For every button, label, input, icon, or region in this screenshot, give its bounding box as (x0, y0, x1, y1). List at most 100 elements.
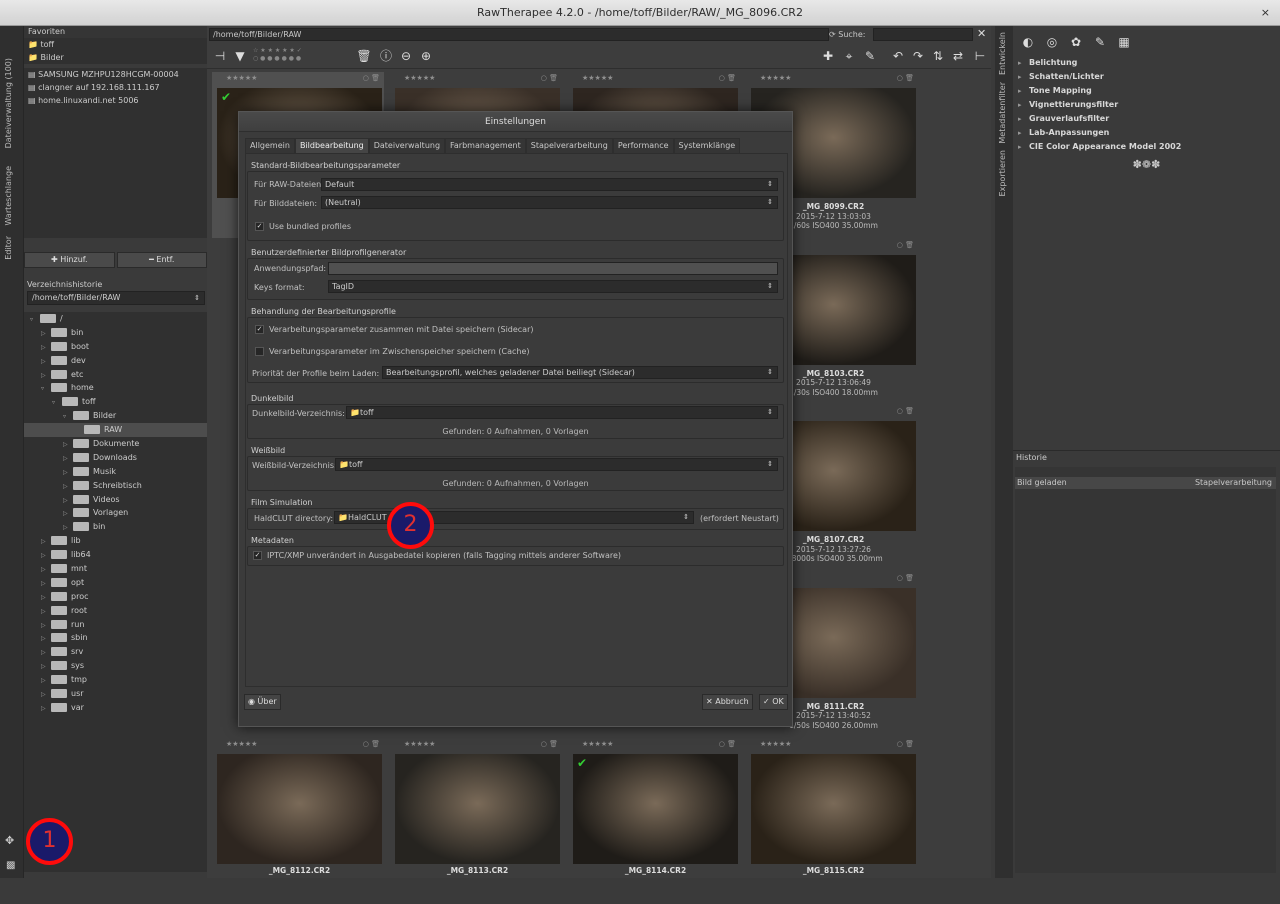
tree-node[interactable]: ▷ Schreibtisch (24, 479, 207, 493)
dialog-tab[interactable]: Allgemein (245, 138, 295, 153)
tree-node[interactable]: ▷ etc (24, 368, 207, 382)
thumbnail-rating[interactable]: ★★★★★○ 🗑 (746, 72, 918, 84)
thumbnail-trash-icon[interactable]: ○ 🗑 (897, 239, 914, 251)
info-icon[interactable]: ⓘ (377, 47, 395, 65)
history-row[interactable]: Bild geladen Stapelverarbeitung (1015, 477, 1276, 489)
tree-node[interactable]: ▷ mnt (24, 562, 207, 576)
thumbnail-rating[interactable]: ★★★★★○ 🗑 (390, 738, 562, 750)
tab-export[interactable]: Exportieren (998, 150, 1007, 196)
tab-develop[interactable]: Entwickeln (998, 32, 1007, 75)
tree-node[interactable]: RAW (24, 423, 207, 438)
tab-file-browser[interactable]: Dateiverwaltung (100) (4, 58, 13, 148)
flatfield-dir-combo[interactable]: 📁toff ⇕ (335, 458, 778, 471)
thumbnail-cell[interactable]: ★★★★★ ○ 🗑 _MG_8113.CR2 (390, 738, 562, 904)
tool-expander[interactable]: Belichtung (1013, 56, 1280, 70)
expander-icon[interactable]: ▷ (63, 494, 73, 508)
tree-node[interactable]: ▷ proc (24, 590, 207, 604)
tree-node[interactable]: ▷ Vorlagen (24, 506, 207, 520)
cache-checkbox[interactable] (255, 347, 264, 356)
place-item[interactable]: ▤ home.linuxandi.net 5006 (24, 94, 207, 107)
thumbnail-trash-icon[interactable]: ○ 🗑 (897, 738, 914, 750)
dialog-tab[interactable]: Performance (612, 138, 674, 153)
expander-icon[interactable]: ▷ (41, 577, 51, 591)
crop-icon[interactable]: ⌖ (840, 47, 858, 65)
cancel-button[interactable]: ✕ Abbruch (702, 694, 753, 710)
thumbnail-rating[interactable]: ★★★★★○ 🗑 (212, 738, 384, 750)
thumbnail-trash-icon[interactable]: ○ 🗑 (541, 72, 558, 84)
clear-search-icon[interactable]: ✕ (977, 27, 986, 40)
expander-icon[interactable]: ▷ (63, 480, 73, 494)
tree-node[interactable]: ▷ bin (24, 326, 207, 340)
path-input[interactable]: /home/toff/Bilder/RAW (209, 28, 829, 41)
thumbnail-cell[interactable]: ★★★★★ ○ 🗑 _MG_8115.CR2 (746, 738, 918, 904)
thumbnail-cell[interactable]: ★★★★★ ○ 🗑 _MG_8112.CR2 (212, 738, 384, 904)
tree-node[interactable]: ▿ toff (24, 395, 207, 409)
expander-icon[interactable]: ▷ (63, 438, 73, 452)
favorite-item[interactable]: 📁 Bilder (24, 51, 207, 64)
tree-node[interactable]: ▷ opt (24, 576, 207, 590)
thumbnail-rating[interactable]: ★★★★★○ 🗑 (390, 72, 562, 84)
tool-expander[interactable]: Grauverlaufsfilter (1013, 112, 1280, 126)
expander-icon[interactable]: ▷ (41, 660, 51, 674)
priority-combo[interactable]: Bearbeitungsprofil, welches geladener Da… (382, 366, 778, 379)
sidecar-checkbox[interactable]: ✓ (255, 325, 264, 334)
expander-icon[interactable]: ▷ (41, 355, 51, 369)
thumbnail-rating[interactable]: ★★★★★○ 🗑 (568, 72, 740, 84)
tree-node[interactable]: ▷ bin (24, 520, 207, 534)
tool-expander[interactable]: CIE Color Appearance Model 2002 (1013, 140, 1280, 154)
image-profile-combo[interactable]: (Neutral) ⇕ (321, 196, 778, 209)
bundled-profiles-checkbox[interactable]: ✓ (255, 222, 264, 231)
tree-node[interactable]: ▷ Videos (24, 493, 207, 507)
thumbnail-trash-icon[interactable]: ○ 🗑 (897, 72, 914, 84)
tree-node[interactable]: ▷ srv (24, 645, 207, 659)
expander-icon[interactable]: ▿ (52, 396, 62, 410)
iptc-checkbox[interactable]: ✓ (253, 551, 262, 560)
tree-node[interactable]: ▷ lib64 (24, 548, 207, 562)
expander-icon[interactable]: ▷ (63, 507, 73, 521)
thumbnail-trash-icon[interactable]: ○ 🗑 (897, 405, 914, 417)
add-favorite-button[interactable]: ✚ Hinzuf. (24, 252, 115, 268)
window-close-icon[interactable]: × (1261, 0, 1270, 26)
ok-button[interactable]: ✓ OK (759, 694, 788, 710)
thumbnail-trash-icon[interactable]: ○ 🗑 (719, 738, 736, 750)
collapse-left-icon[interactable]: ⊣ (211, 47, 229, 65)
thumbnail-cell[interactable]: ★★★★★ ○ 🗑 ✔ _MG_8114.CR2 (568, 738, 740, 904)
app-path-input[interactable] (328, 262, 778, 275)
expander-icon[interactable]: ▿ (63, 410, 73, 424)
thumbnail-trash-icon[interactable]: ○ 🗑 (363, 738, 380, 750)
thumbnail-rating[interactable]: ★★★★★○ 🗑 (212, 72, 384, 84)
collapse-right-icon[interactable]: ⊢ (971, 47, 989, 65)
expander-icon[interactable]: ▷ (41, 632, 51, 646)
tree-node[interactable]: ▷ dev (24, 354, 207, 368)
tree-node[interactable]: ▷ var (24, 701, 207, 715)
straighten-icon[interactable]: ✎ (861, 47, 879, 65)
tree-node[interactable]: ▷ sbin (24, 631, 207, 645)
tree-node[interactable]: ▷ root (24, 604, 207, 618)
place-item[interactable]: ▤ SAMSUNG MZHPU128HCGM-00004 (24, 68, 207, 81)
tree-node[interactable]: ▷ boot (24, 340, 207, 354)
crosshair-icon[interactable]: ✚ (819, 47, 837, 65)
expander-icon[interactable]: ▷ (41, 591, 51, 605)
raw-tab-icon[interactable]: ▦ (1115, 34, 1133, 50)
detail-tab-icon[interactable]: ◎ (1043, 34, 1061, 50)
darkframe-dir-combo[interactable]: 📁toff ⇕ (346, 406, 778, 419)
filter-icon[interactable]: ▼ (231, 47, 249, 65)
favorite-item[interactable]: 📁 toff (24, 38, 207, 51)
dialog-tab[interactable]: Farbmanagement (445, 138, 526, 153)
thumbnail-image[interactable]: ✔ (573, 754, 738, 864)
tree-node[interactable]: ▿ Bilder (24, 409, 207, 423)
expander-icon[interactable]: ▷ (41, 563, 51, 577)
expander-icon[interactable]: ▷ (41, 341, 51, 355)
trash-icon[interactable]: 🗑 (355, 47, 373, 65)
zoom-in-icon[interactable]: ⊕ (417, 47, 435, 65)
tool-expander[interactable]: Vignettierungsfilter (1013, 98, 1280, 112)
search-input[interactable] (873, 28, 973, 41)
color-tab-icon[interactable]: ✿ (1067, 34, 1085, 50)
tab-editor[interactable]: Editor (4, 236, 13, 260)
thumbnail-trash-icon[interactable]: ○ 🗑 (719, 72, 736, 84)
expander-icon[interactable]: ▷ (41, 674, 51, 688)
tool-expander[interactable]: Tone Mapping (1013, 84, 1280, 98)
expander-icon[interactable]: ▷ (41, 619, 51, 633)
keys-format-combo[interactable]: TagID ⇕ (328, 280, 778, 293)
dialog-tab[interactable]: Bildbearbeitung (294, 138, 369, 153)
